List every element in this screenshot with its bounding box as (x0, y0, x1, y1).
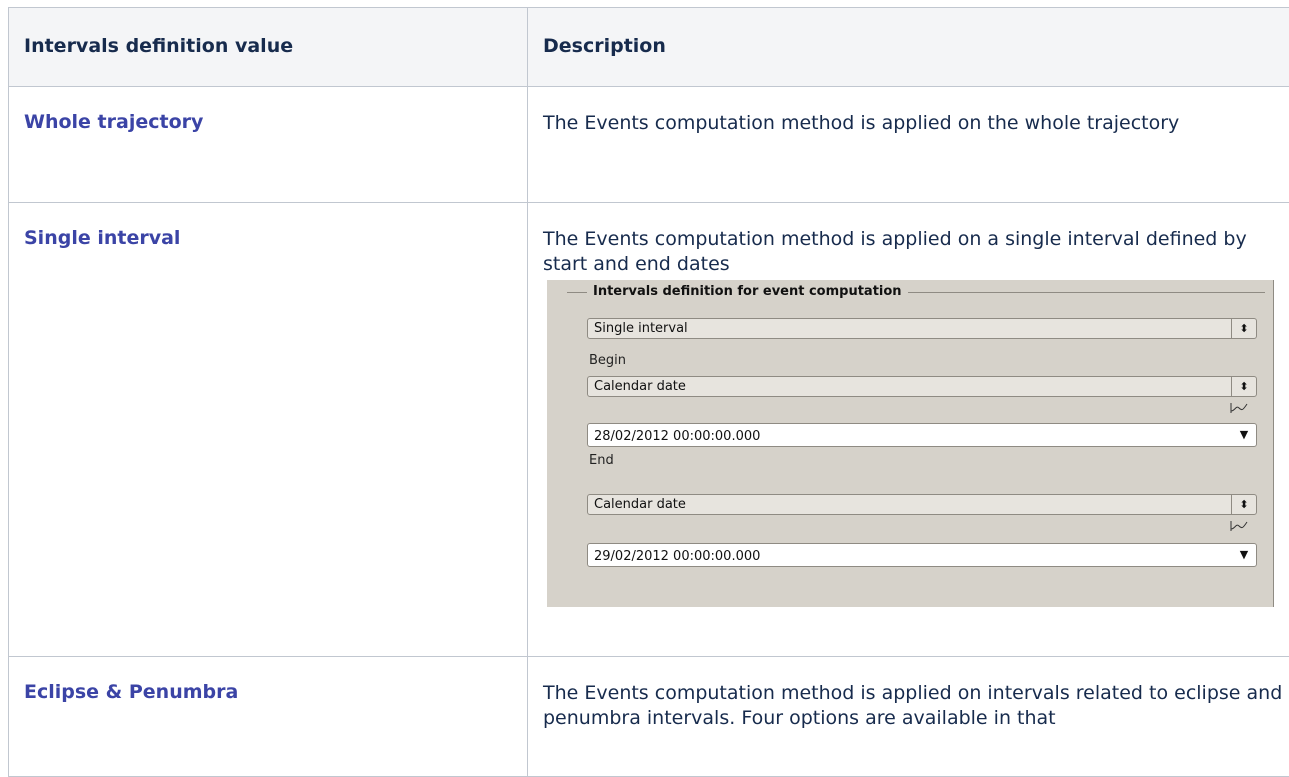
value-cell: Single interval (9, 203, 528, 657)
eclipse-penumbra-description: The Events computation method is applied… (543, 681, 1288, 731)
begin-date-type-select[interactable]: Calendar date ⬍ (587, 376, 1257, 397)
interval-mode-value: Single interval (594, 321, 688, 336)
header-intervals-definition-value: Intervals definition value (9, 8, 528, 87)
end-date-type-select[interactable]: Calendar date ⬍ (587, 494, 1257, 515)
whole-trajectory-link[interactable]: Whole trajectory (24, 111, 203, 133)
begin-date-field[interactable]: 28/02/2012 00:00:00.000 ▼ (587, 423, 1257, 447)
table-row: Single interval The Events computation m… (9, 203, 1289, 657)
end-date-field[interactable]: 29/02/2012 00:00:00.000 ▼ (587, 543, 1257, 567)
value-cell: Whole trajectory (9, 87, 528, 203)
end-label: End (589, 453, 614, 468)
group-title: Intervals definition for event computati… (587, 284, 908, 299)
value-cell: Eclipse & Penumbra (9, 657, 528, 777)
curve-icon[interactable] (1230, 520, 1248, 532)
end-date-value: 29/02/2012 00:00:00.000 (594, 549, 760, 564)
table-header-row: Intervals definition value Description (9, 8, 1289, 87)
whole-trajectory-description: The Events computation method is applied… (543, 111, 1288, 136)
table-row: Eclipse & Penumbra The Events computatio… (9, 657, 1289, 777)
description-cell: The Events computation method is applied… (528, 203, 1289, 657)
eclipse-penumbra-link[interactable]: Eclipse & Penumbra (24, 681, 238, 703)
updown-arrows-icon: ⬍ (1231, 495, 1256, 514)
description-cell: The Events computation method is applied… (528, 87, 1289, 203)
table-row: Whole trajectory The Events computation … (9, 87, 1289, 203)
chevron-down-icon[interactable]: ▼ (1232, 424, 1256, 446)
begin-label: Begin (589, 353, 626, 368)
intervals-definition-screenshot: Intervals definition for event computati… (547, 280, 1274, 607)
single-interval-description: The Events computation method is applied… (543, 227, 1288, 277)
end-date-type-value: Calendar date (594, 497, 686, 512)
updown-arrows-icon: ⬍ (1231, 319, 1256, 338)
begin-date-type-value: Calendar date (594, 379, 686, 394)
chevron-down-icon[interactable]: ▼ (1232, 544, 1256, 566)
header-description: Description (528, 8, 1289, 87)
updown-arrows-icon: ⬍ (1231, 377, 1256, 396)
single-interval-link[interactable]: Single interval (24, 227, 180, 249)
begin-date-value: 28/02/2012 00:00:00.000 (594, 429, 760, 444)
curve-icon[interactable] (1230, 402, 1248, 414)
interval-mode-select[interactable]: Single interval ⬍ (587, 318, 1257, 339)
description-cell: The Events computation method is applied… (528, 657, 1289, 777)
intervals-definition-table: Intervals definition value Description W… (8, 7, 1289, 777)
